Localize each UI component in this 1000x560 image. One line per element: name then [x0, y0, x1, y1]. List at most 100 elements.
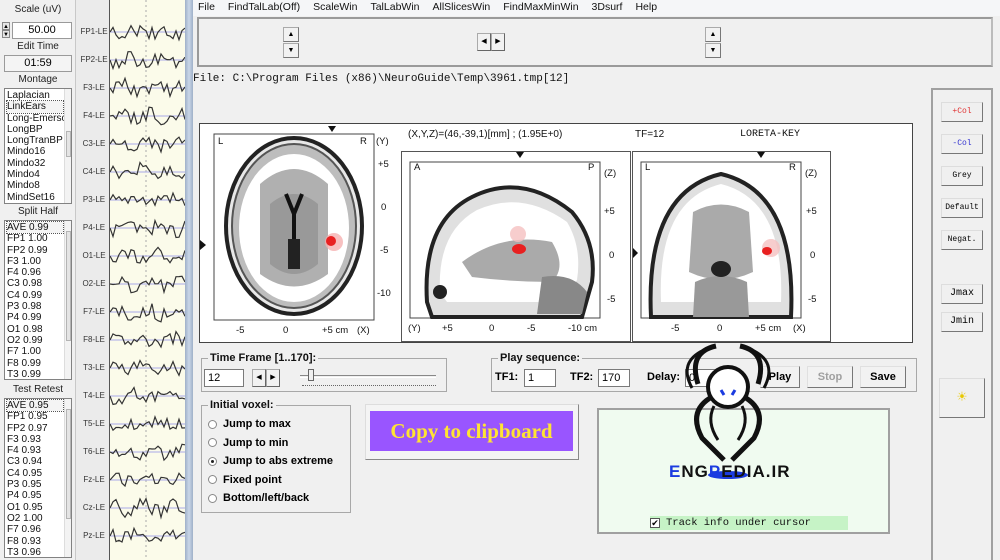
menu-3dsurf[interactable]: 3Dsurf [587, 0, 623, 16]
initial-voxel-option[interactable]: Jump to min [208, 437, 288, 449]
brightness-button[interactable]: ☀ [939, 378, 985, 418]
initial-voxel-option[interactable]: Jump to abs extreme [208, 455, 333, 467]
split-half-item[interactable]: P3 0.98 [7, 301, 63, 312]
test-retest-item[interactable]: C4 0.95 [7, 468, 63, 479]
menu-findmaxminwin[interactable]: FindMaxMinWin [498, 0, 578, 16]
up-arrow-icon[interactable]: ▲ [705, 27, 721, 42]
menu-findtallab[interactable]: FindTalLab(Off) [223, 0, 300, 16]
scale-spinner[interactable]: ▲ ▼ [2, 22, 10, 38]
right-arrow-icon[interactable]: ▶ [266, 369, 280, 387]
split-half-item[interactable]: F4 0.96 [7, 267, 63, 278]
menu-allsliceswin[interactable]: AllSlicesWin [428, 0, 491, 16]
right-arrow-icon[interactable]: ▶ [491, 33, 505, 51]
left-arrow-icon[interactable]: ◀ [477, 33, 491, 51]
test-retest-item[interactable]: F4 0.93 [7, 445, 63, 456]
test-retest-item[interactable]: T3 0.96 [7, 547, 63, 557]
split-half-item[interactable]: F7 1.00 [7, 346, 63, 357]
time-frame-stepper[interactable]: ◀ ▶ [252, 369, 280, 387]
split-half-item[interactable]: T3 0.99 [7, 369, 63, 379]
split-half-item[interactable]: C3 0.98 [7, 278, 63, 289]
test-retest-item[interactable]: P4 0.95 [7, 490, 63, 501]
test-retest-item[interactable]: F3 0.93 [7, 434, 63, 445]
initial-voxel-option[interactable]: Jump to max [208, 418, 291, 430]
minus-col-button[interactable]: -Col [941, 134, 983, 154]
split-half-item[interactable]: O2 0.99 [7, 335, 63, 346]
jmin-button[interactable]: Jmin [941, 312, 983, 332]
plus-col-button[interactable]: +Col [941, 102, 983, 122]
axial-slice-spinner[interactable]: ▲ ▼ [283, 27, 299, 59]
scale-down-icon[interactable]: ▼ [2, 30, 10, 38]
montage-listbox[interactable]: Laplacian LinkEars Long-Emerson LongBP LongT… [4, 88, 72, 204]
stop-button[interactable]: Stop [807, 366, 853, 388]
test-retest-item[interactable]: F7 0.96 [7, 524, 63, 535]
split-half-item[interactable]: FP2 0.99 [7, 245, 63, 256]
split-half-item[interactable]: F3 1.00 [7, 256, 63, 267]
test-retest-item[interactable]: F8 0.93 [7, 536, 63, 547]
montage-item[interactable]: Mindo32 [7, 158, 63, 169]
split-half-item[interactable]: AVE 0.99 [6, 221, 64, 235]
test-retest-item[interactable]: FP2 0.97 [7, 423, 63, 434]
left-arrow-icon[interactable]: ◀ [252, 369, 266, 387]
radio-button[interactable] [208, 419, 217, 429]
radio-button[interactable] [208, 475, 217, 484]
menu-file[interactable]: File [193, 0, 215, 16]
radio-button[interactable] [208, 493, 217, 503]
test-retest-item[interactable]: AVE 0.95 [6, 399, 64, 413]
test-retest-scrollbar[interactable] [64, 399, 71, 557]
radio-button[interactable] [208, 456, 217, 466]
montage-item[interactable]: Long-Emerson [7, 113, 71, 124]
test-retest-item[interactable]: C3 0.94 [7, 456, 63, 467]
montage-scrollbar[interactable] [64, 89, 71, 203]
track-info-checkbox-row[interactable]: ✔ Track info under cursor [650, 516, 848, 530]
initial-voxel-option[interactable]: Bottom/left/back [208, 492, 309, 504]
montage-item[interactable]: LongBP [7, 124, 63, 135]
time-frame-slider-track[interactable] [300, 375, 436, 378]
up-arrow-icon[interactable]: ▲ [283, 27, 299, 42]
tf1-input[interactable]: 1 [524, 369, 556, 387]
time-frame-input[interactable]: 12 [204, 369, 244, 387]
initial-voxel-option[interactable]: Fixed point [208, 474, 282, 486]
split-half-item[interactable]: O1 0.98 [7, 324, 63, 335]
track-info-checkbox[interactable]: ✔ [650, 518, 660, 528]
montage-item[interactable]: Mindo16 [7, 146, 63, 157]
montage-item[interactable]: MindSet16 [7, 192, 63, 203]
montage-item[interactable]: LinkEars [6, 100, 64, 114]
save-button[interactable]: Save [860, 366, 906, 388]
test-retest-item[interactable]: O2 1.00 [7, 513, 63, 524]
test-retest-listbox[interactable]: AVE 0.95 FP1 0.95 FP2 0.97 F3 0.93 F4 0.93 C3… [4, 398, 72, 558]
montage-item[interactable]: Mindo8 [7, 180, 63, 191]
split-half-item[interactable]: C4 0.99 [7, 290, 63, 301]
test-retest-item[interactable]: FP1 0.95 [7, 411, 63, 422]
eeg-trace-area[interactable] [110, 0, 186, 560]
split-half-item[interactable]: P4 0.99 [7, 312, 63, 323]
coronal-view[interactable]: L R (Z) +5 0 -5 -5 0 +5 cm (X) [632, 151, 831, 342]
scale-input[interactable]: 50.00 [12, 22, 72, 39]
tf2-input[interactable]: 170 [598, 369, 630, 387]
copy-to-clipboard-button[interactable]: Copy to clipboard [370, 411, 573, 451]
split-half-listbox[interactable]: AVE 0.99 FP1 1.00 FP2 0.99 F3 1.00 F4 0.96 C3… [4, 220, 72, 380]
montage-item[interactable]: Laplacian [7, 90, 63, 101]
window-divider[interactable] [185, 0, 193, 560]
split-half-scrollbar[interactable] [64, 221, 71, 379]
montage-item[interactable]: Mindo4 [7, 169, 63, 180]
scale-up-icon[interactable]: ▲ [2, 22, 10, 30]
montage-item[interactable]: LongTranBP [7, 135, 63, 146]
default-button[interactable]: Default [941, 198, 983, 218]
time-frame-slider-thumb[interactable] [308, 369, 315, 381]
axial-view[interactable]: L R (Y) +5 0 -5 -10 -5 0 +5 cm (X) [200, 124, 400, 342]
down-arrow-icon[interactable]: ▼ [283, 43, 299, 58]
split-half-item[interactable]: F8 0.99 [7, 358, 63, 369]
delay-input[interactable]: 0 [685, 369, 735, 387]
radio-button[interactable] [208, 438, 217, 447]
menu-help[interactable]: Help [630, 0, 657, 16]
jmax-button[interactable]: Jmax [941, 284, 983, 304]
test-retest-item[interactable]: P3 0.95 [7, 479, 63, 490]
sagittal-slice-spinner[interactable]: ◀ ▶ [477, 33, 505, 51]
negat-button[interactable]: Negat. [941, 230, 983, 250]
menu-scalewin[interactable]: ScaleWin [308, 0, 357, 16]
split-half-item[interactable]: FP1 1.00 [7, 233, 63, 244]
down-arrow-icon[interactable]: ▼ [705, 43, 721, 58]
coronal-slice-spinner[interactable]: ▲ ▼ [705, 27, 721, 59]
test-retest-item[interactable]: O1 0.95 [7, 502, 63, 513]
menu-tallabwin[interactable]: TalLabWin [365, 0, 419, 16]
